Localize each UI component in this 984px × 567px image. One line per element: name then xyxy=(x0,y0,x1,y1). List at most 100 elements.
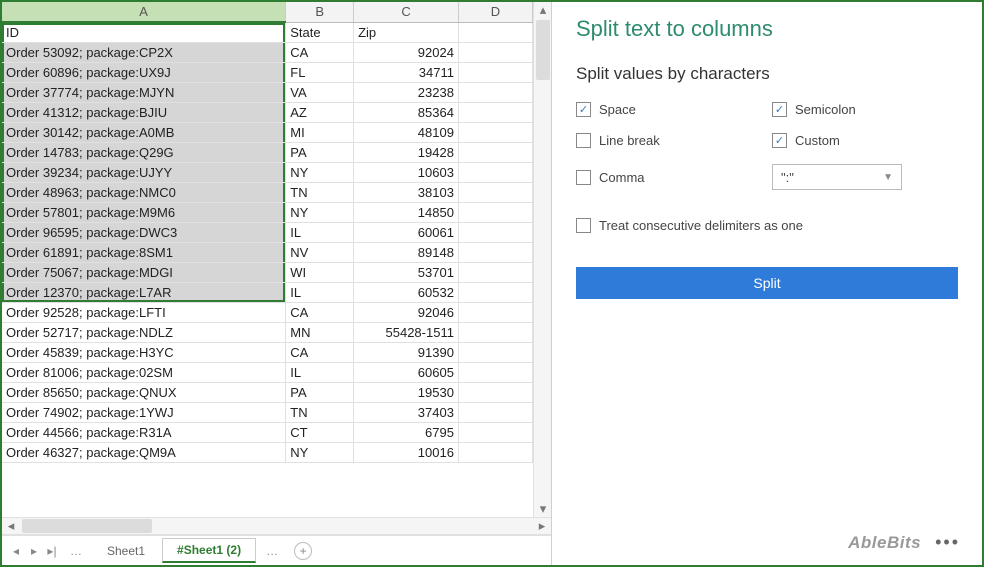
cell-zip[interactable]: 60061 xyxy=(354,223,459,243)
cell-empty[interactable] xyxy=(458,323,532,343)
cell-id[interactable]: Order 60896; package:UX9J xyxy=(2,63,286,83)
table-row[interactable]: Order 44566; package:R31ACT6795 xyxy=(2,423,533,443)
table-header-row[interactable]: ID State Zip xyxy=(2,22,533,43)
cell-zip[interactable]: 60532 xyxy=(354,283,459,303)
cell-empty[interactable] xyxy=(458,423,532,443)
cell-empty[interactable] xyxy=(458,403,532,423)
cell-state[interactable]: FL xyxy=(286,63,354,83)
cell-id[interactable]: Order 61891; package:8SM1 xyxy=(2,243,286,263)
table-row[interactable]: Order 60896; package:UX9JFL34711 xyxy=(2,63,533,83)
table-row[interactable]: Order 75067; package:MDGIWI53701 xyxy=(2,263,533,283)
table-row[interactable]: Order 12370; package:L7ARIL60532 xyxy=(2,283,533,303)
cell-zip[interactable]: 55428-1511 xyxy=(354,323,459,343)
cell-empty[interactable] xyxy=(458,263,532,283)
add-sheet-button[interactable]: + xyxy=(294,542,312,560)
tab-nav-first-icon[interactable]: ◂ xyxy=(8,544,24,558)
cell-id[interactable]: Order 39234; package:UJYY xyxy=(2,163,286,183)
cell-state[interactable]: WI xyxy=(286,263,354,283)
cell-id[interactable]: Order 14783; package:Q29G xyxy=(2,143,286,163)
cell-empty[interactable] xyxy=(458,363,532,383)
cell-zip[interactable]: 89148 xyxy=(354,243,459,263)
cell-state[interactable]: IL xyxy=(286,283,354,303)
cell-zip[interactable]: 60605 xyxy=(354,363,459,383)
cell-zip[interactable]: 6795 xyxy=(354,423,459,443)
cell-zip[interactable]: 19428 xyxy=(354,143,459,163)
cell-empty[interactable] xyxy=(458,143,532,163)
option-custom[interactable]: Custom xyxy=(772,133,958,148)
cell-zip[interactable]: 10603 xyxy=(354,163,459,183)
h-scroll-track[interactable] xyxy=(20,518,533,534)
cell-empty[interactable] xyxy=(458,343,532,363)
tab-sheet1[interactable]: Sheet1 xyxy=(92,539,160,563)
table-row[interactable]: Order 52717; package:NDLZMN55428-1511 xyxy=(2,323,533,343)
more-menu-icon[interactable]: ••• xyxy=(935,532,960,553)
cell-zip[interactable]: 53701 xyxy=(354,263,459,283)
tab-sheet1-2[interactable]: #Sheet1 (2) xyxy=(162,538,256,563)
cell-empty[interactable] xyxy=(458,443,532,463)
cell-id[interactable]: Order 30142; package:A0MB xyxy=(2,123,286,143)
cell-id[interactable]: Order 46327; package:QM9A xyxy=(2,443,286,463)
cell-zip[interactable]: 38103 xyxy=(354,183,459,203)
cell-id[interactable]: Order 37774; package:MJYN xyxy=(2,83,286,103)
cell[interactable]: ID xyxy=(2,22,286,43)
cell-zip[interactable]: 34711 xyxy=(354,63,459,83)
checkbox-space[interactable] xyxy=(576,102,591,117)
table-row[interactable]: Order 14783; package:Q29GPA19428 xyxy=(2,143,533,163)
cell-id[interactable]: Order 81006; package:02SM xyxy=(2,363,286,383)
cell-empty[interactable] xyxy=(458,163,532,183)
table-row[interactable]: Order 39234; package:UJYYNY10603 xyxy=(2,163,533,183)
col-header-c[interactable]: C xyxy=(354,2,459,22)
cell-empty[interactable] xyxy=(458,43,532,63)
table-row[interactable]: Order 85650; package:QNUXPA19530 xyxy=(2,383,533,403)
table-row[interactable]: Order 45839; package:H3YCCA91390 xyxy=(2,343,533,363)
cell-state[interactable]: NV xyxy=(286,243,354,263)
cell-empty[interactable] xyxy=(458,283,532,303)
cell-id[interactable]: Order 48963; package:NMC0 xyxy=(2,183,286,203)
cell-state[interactable]: CA xyxy=(286,303,354,323)
grid-table[interactable]: A B C D ID State Zip Order 53092; packa xyxy=(2,2,533,463)
cell-state[interactable]: VA xyxy=(286,83,354,103)
cell-state[interactable]: CT xyxy=(286,423,354,443)
table-row[interactable]: Order 57801; package:M9M6NY14850 xyxy=(2,203,533,223)
cell-empty[interactable] xyxy=(458,83,532,103)
option-linebreak[interactable]: Line break xyxy=(576,133,762,148)
cell-empty[interactable] xyxy=(458,303,532,323)
table-row[interactable]: Order 48963; package:NMC0TN38103 xyxy=(2,183,533,203)
cell-state[interactable]: PA xyxy=(286,143,354,163)
table-row[interactable]: Order 92528; package:LFTICA92046 xyxy=(2,303,533,323)
cell-empty[interactable] xyxy=(458,223,532,243)
cell-id[interactable]: Order 12370; package:L7AR xyxy=(2,283,286,303)
cell-zip[interactable]: 92046 xyxy=(354,303,459,323)
cell-state[interactable]: CA xyxy=(286,343,354,363)
cell-state[interactable]: MN xyxy=(286,323,354,343)
cell-zip[interactable]: 85364 xyxy=(354,103,459,123)
cell-id[interactable]: Order 96595; package:DWC3 xyxy=(2,223,286,243)
cell-state[interactable]: MI xyxy=(286,123,354,143)
cell-id[interactable]: Order 53092; package:CP2X xyxy=(2,43,286,63)
custom-delimiter-dropdown[interactable]: ":" ▼ xyxy=(772,164,902,190)
option-semicolon[interactable]: Semicolon xyxy=(772,102,958,117)
h-scroll-thumb[interactable] xyxy=(22,519,152,533)
cell-state[interactable]: AZ xyxy=(286,103,354,123)
v-scroll-track[interactable] xyxy=(534,18,551,501)
cell-id[interactable]: Order 44566; package:R31A xyxy=(2,423,286,443)
checkbox-comma[interactable] xyxy=(576,170,591,185)
cell-zip[interactable]: 48109 xyxy=(354,123,459,143)
col-header-b[interactable]: B xyxy=(286,2,354,22)
cell-zip[interactable]: 14850 xyxy=(354,203,459,223)
cell-empty[interactable] xyxy=(458,123,532,143)
checkbox-treat-consecutive[interactable] xyxy=(576,218,591,233)
cell-state[interactable]: CA xyxy=(286,43,354,63)
horizontal-scrollbar[interactable]: ◂ ▸ xyxy=(2,517,551,535)
col-header-d[interactable]: D xyxy=(458,2,532,22)
col-header-a[interactable]: A xyxy=(2,2,286,22)
tab-overflow-left[interactable]: … xyxy=(62,544,90,558)
scroll-left-icon[interactable]: ◂ xyxy=(2,518,20,534)
cell[interactable]: Zip xyxy=(354,22,459,43)
cell-id[interactable]: Order 45839; package:H3YC xyxy=(2,343,286,363)
v-scroll-thumb[interactable] xyxy=(536,20,550,80)
cell-state[interactable]: NY xyxy=(286,443,354,463)
scroll-right-icon[interactable]: ▸ xyxy=(533,518,551,534)
cell-id[interactable]: Order 74902; package:1YWJ xyxy=(2,403,286,423)
tab-nav-next-icon[interactable]: ▸| xyxy=(44,544,60,558)
